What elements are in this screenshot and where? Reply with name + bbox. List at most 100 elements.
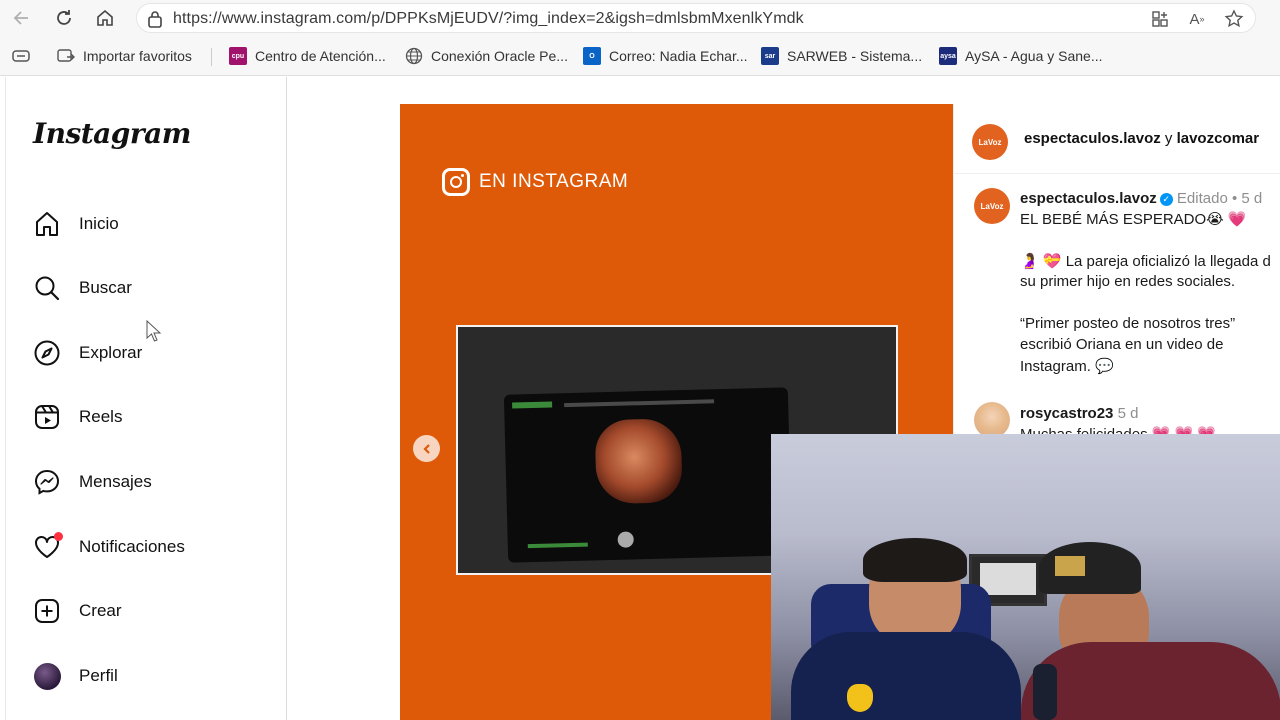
sar-favicon: sar (761, 47, 779, 65)
sidebar-item-label: Buscar (79, 278, 132, 297)
post-details-panel: LaVoz espectaculos.lavoz y lavozcomar La… (953, 104, 1280, 443)
webcam-overlay (771, 434, 1280, 720)
fav-sarweb[interactable]: sar SARWEB - Sistema... (761, 46, 922, 66)
split-screen-icon[interactable] (1149, 8, 1171, 30)
aysa-favicon: aysa (939, 47, 957, 65)
person-right-hoodie (1021, 642, 1280, 720)
person-left-jersey (791, 632, 1021, 720)
comment-time[interactable]: 5 d (1118, 405, 1139, 422)
plus-square-icon (32, 596, 62, 626)
author-link[interactable]: espectaculos.lavoz (1024, 130, 1161, 147)
ultrasound-monitor (503, 387, 793, 563)
sidebar-item-label: Perfil (79, 666, 118, 685)
sidebar-item-label: Inicio (79, 214, 119, 233)
caption-meta: espectaculos.lavoz ✓ Editado • 5 d (1020, 190, 1262, 207)
instagram-icon (442, 168, 470, 196)
caption-time[interactable]: 5 d (1241, 190, 1262, 207)
sidebar-item-crear[interactable]: Crear (32, 591, 272, 631)
separator (211, 48, 212, 66)
fav-label: AySA - Agua y Sane... (965, 48, 1103, 64)
sidebar-item-inicio[interactable]: Inicio (32, 204, 272, 244)
fav-label: Centro de Atención... (255, 48, 386, 64)
fav-label: Correo: Nadia Echar... (609, 48, 748, 64)
verified-badge-icon: ✓ (1159, 193, 1173, 206)
commenter-avatar[interactable] (974, 402, 1010, 438)
fav-label: Conexión Oracle Pe... (431, 48, 568, 64)
profile-avatar (32, 661, 62, 691)
caption-username[interactable]: espectaculos.lavoz (1020, 190, 1157, 207)
fav-aysa[interactable]: aysa AySA - Agua y Sane... (939, 46, 1103, 66)
home-icon[interactable] (92, 6, 118, 30)
sidebar-item-buscar[interactable]: Buscar (32, 268, 272, 308)
messenger-icon (32, 467, 62, 497)
monitor-screen (980, 563, 1036, 595)
fav-centro-atencion[interactable]: cpu Centro de Atención... (229, 46, 386, 66)
outlook-icon: O (583, 47, 601, 65)
ultrasound-scan (594, 418, 683, 505)
joiner-text: y (1164, 130, 1173, 147)
sidebar-item-mensajes[interactable]: Mensajes (32, 462, 272, 502)
sidebar-item-reels[interactable]: Reels (32, 397, 272, 437)
post-header: LaVoz espectaculos.lavoz y lavozcomar (954, 104, 1280, 174)
sidebar-item-label: Mensajes (79, 472, 152, 491)
url-text[interactable]: https://www.instagram.com/p/DPPKsMjEUDV/… (173, 10, 804, 28)
caption-line: Instagram. 💬 (1020, 358, 1114, 375)
notification-dot (54, 532, 63, 541)
monitor-bar (527, 542, 588, 549)
person-left-hair (863, 538, 967, 582)
instagram-logo[interactable]: Instagram (33, 117, 191, 150)
lavoz-avatar[interactable]: LaVoz (972, 124, 1008, 160)
en-instagram-badge: EN INSTAGRAM (442, 168, 628, 196)
reels-icon (32, 402, 62, 432)
fav-correo[interactable]: O Correo: Nadia Echar... (583, 46, 748, 66)
home-icon (32, 209, 62, 239)
cpu-favicon: cpu (229, 47, 247, 65)
edited-label: Editado (1176, 190, 1228, 207)
sidebar-item-perfil[interactable]: Perfil (32, 656, 272, 696)
sidebar-item-label: Reels (79, 407, 123, 426)
monitor-knob (617, 531, 634, 548)
fav-label: SARWEB - Sistema... (787, 48, 923, 64)
instagram-sidebar: Instagram Inicio Buscar Explorar Reels M… (5, 77, 287, 720)
jersey-crest (847, 684, 873, 712)
author-link[interactable]: lavozcomar (1177, 130, 1260, 147)
heart-icon (32, 532, 63, 562)
caption-line: su primer hijo en redes sociales. (1020, 273, 1236, 290)
import-icon (57, 47, 75, 65)
read-aloud-icon[interactable]: A» (1186, 8, 1208, 30)
caption-avatar[interactable]: LaVoz (974, 188, 1010, 224)
favorites-bar: Importar favoritos cpu Centro de Atenció… (0, 36, 1280, 76)
drink-can (1033, 664, 1057, 720)
favorite-star-icon[interactable] (1223, 8, 1245, 30)
compass-icon (32, 338, 62, 368)
search-icon (32, 273, 62, 303)
sidebar-item-label: Crear (79, 601, 122, 620)
mouse-cursor-icon (146, 319, 162, 347)
back-icon[interactable] (9, 6, 35, 30)
sidebar-item-label: Notificaciones (79, 537, 185, 556)
caption-line: escribió Oriana en un video de (1020, 336, 1224, 353)
refresh-icon[interactable] (51, 6, 77, 30)
lock-icon[interactable] (147, 10, 163, 33)
comment-meta: rosycastro23 5 d (1020, 405, 1138, 422)
address-bar[interactable]: https://www.instagram.com/p/DPPKsMjEUDV/… (136, 3, 1256, 33)
fav-oracle[interactable]: Conexión Oracle Pe... (405, 46, 568, 66)
previous-slide-button[interactable] (413, 435, 440, 462)
fav-label: Importar favoritos (83, 48, 192, 64)
post-authors: espectaculos.lavoz y lavozcomar (1024, 130, 1259, 147)
monitor-bar (564, 399, 715, 408)
caption-line: EL BEBÉ MÁS ESPERADO😭 💗 (1020, 211, 1247, 228)
chevron-left-icon (422, 443, 430, 454)
favorites-menu-icon[interactable] (11, 46, 31, 66)
cap-patch (1055, 556, 1085, 576)
badge-text: EN INSTAGRAM (479, 171, 629, 192)
separator-dot: • (1231, 190, 1238, 207)
globe-icon (405, 47, 423, 65)
sidebar-item-label: Explorar (79, 343, 143, 362)
caption-line: 🤰 💝 La pareja oficializó la llegada d (1020, 253, 1271, 270)
sidebar-item-notificaciones[interactable]: Notificaciones (32, 527, 272, 567)
monitor-bar (512, 401, 553, 409)
comment-username[interactable]: rosycastro23 (1020, 405, 1113, 422)
fav-import[interactable]: Importar favoritos (57, 46, 192, 66)
caption-line: “Primer posteo de nosotros tres” (1020, 315, 1236, 332)
